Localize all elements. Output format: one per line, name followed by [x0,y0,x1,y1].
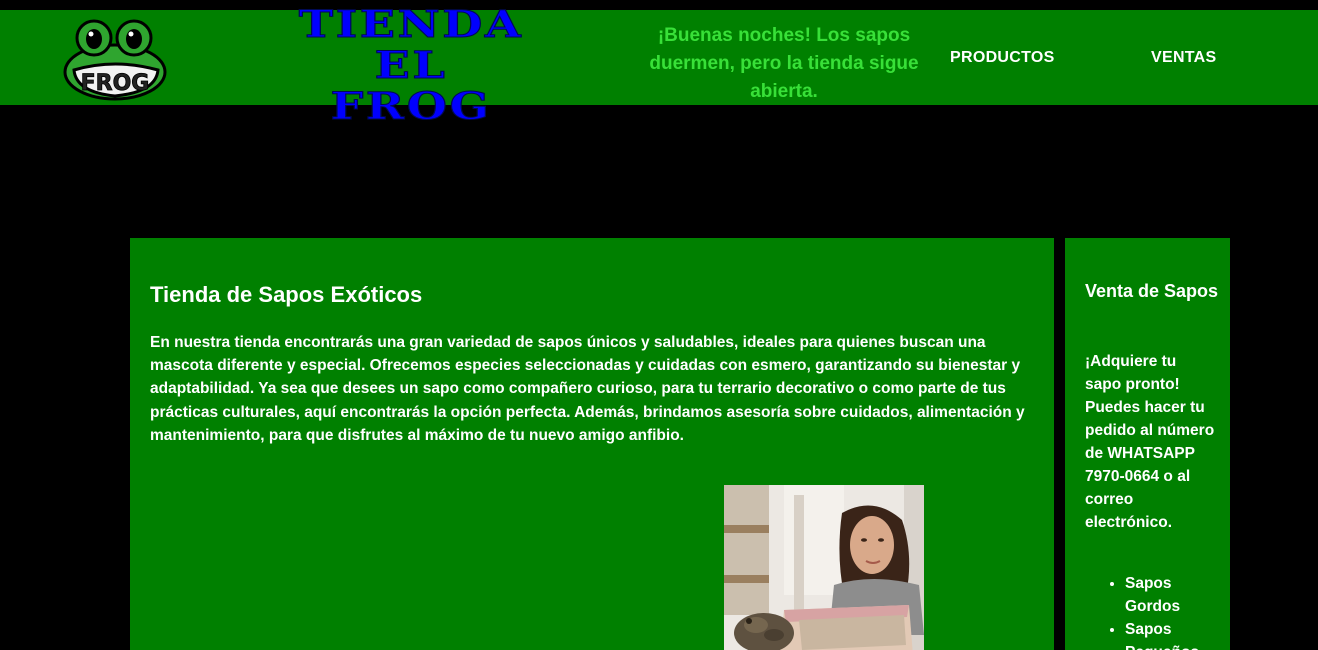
logo-text: FROG [81,71,150,96]
site-title: TIENDA EL FROG [247,2,575,128]
site-title-line-3: FROG [330,84,492,128]
woman-with-toad-photo [724,485,924,650]
article-heading: Tienda de Sapos Exóticos [150,282,423,307]
site-title-line-1: TIENDA [298,2,524,46]
frog-logo[interactable]: FROG [58,10,172,102]
sidebar-heading: Venta de Sapos [1085,281,1219,301]
article-paragraph: En nuestra tienda encontrarás una gran v… [150,334,1025,444]
site-title-line-2: EL [374,43,448,87]
nav-link-productos[interactable]: PRODUCTOS [950,49,1055,67]
list-item: Sapos Pequeños [1125,618,1225,650]
sidebar-list: Sapos Gordos Sapos Pequeños [1085,572,1225,650]
list-item: Sapos Gordos [1125,572,1225,618]
sidebar-ventas: Venta de Sapos ¡Adquiere tu sapo pronto!… [1065,238,1230,650]
greeting-message: ¡Buenas noches! Los sapos duermen, pero … [649,25,919,102]
page: FROG TIENDA EL FROG ¡Buenas noches! Los … [0,0,1318,650]
sidebar-text: ¡Adquiere tu sapo pronto! Puedes hacer t… [1085,353,1215,531]
site-header: FROG TIENDA EL FROG ¡Buenas noches! Los … [0,3,1318,127]
nav-link-ventas[interactable]: VENTAS [1151,49,1217,67]
main-article: Tienda de Sapos Exóticos En nuestra tien… [130,238,1054,650]
